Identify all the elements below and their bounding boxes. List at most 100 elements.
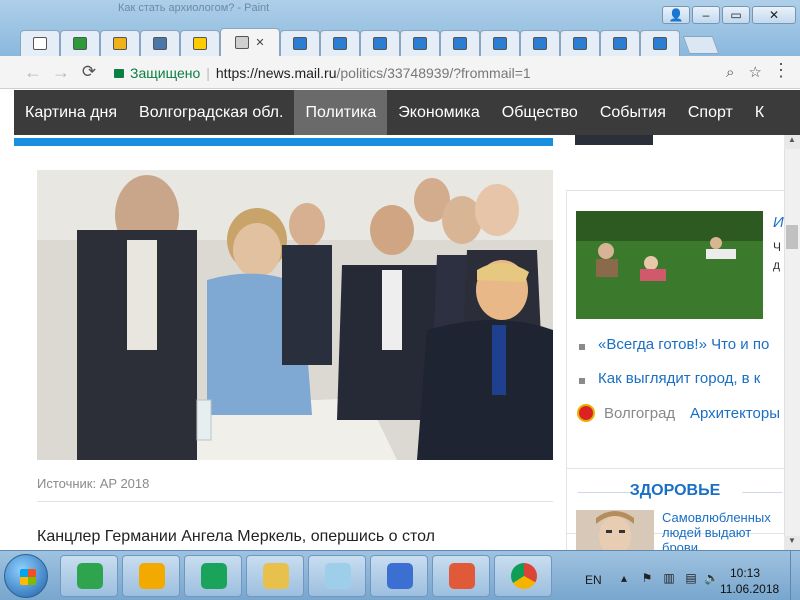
new-tab-button[interactable]	[682, 36, 720, 54]
network-icon[interactable]: ▥	[662, 571, 676, 585]
back-button[interactable]: ←	[22, 61, 44, 83]
taskbar-app-button[interactable]	[122, 555, 180, 597]
nav-item[interactable]: Экономика	[387, 90, 491, 135]
browser-tab[interactable]	[20, 30, 60, 56]
browser-tab[interactable]	[280, 30, 320, 56]
window-icon	[333, 37, 347, 50]
section-accent-bar	[14, 138, 553, 146]
browser-tab[interactable]	[360, 30, 400, 56]
taskbar-app-button[interactable]	[370, 555, 428, 597]
window-controls: 👤 – ▭ ✕	[662, 6, 796, 24]
close-tab-icon[interactable]: ✕	[255, 36, 264, 49]
window-icon	[453, 37, 467, 50]
window-icon	[413, 37, 427, 50]
omnibox-icons: ⌕ ☆	[716, 61, 762, 85]
region-link[interactable]: Архитекторы	[690, 405, 780, 422]
notepad-icon	[325, 563, 351, 589]
show-desktop-button[interactable]	[790, 551, 800, 600]
paint-icon	[449, 563, 475, 589]
region-emblem-icon	[577, 404, 595, 422]
start-button[interactable]	[4, 554, 48, 598]
forward-button[interactable]: →	[50, 61, 72, 83]
taskbar-app-button[interactable]	[432, 555, 490, 597]
taskbar-app-button[interactable]	[308, 555, 366, 597]
health-article-link[interactable]: Самовлюбленных людей выдают брови	[662, 510, 787, 550]
sidebar-link-2[interactable]: Как выглядит город, в к	[598, 370, 760, 387]
browser-tab[interactable]	[140, 30, 180, 56]
scroll-up-arrow-icon[interactable]: ▲	[784, 135, 800, 149]
nav-item[interactable]: Волгоградская обл.	[128, 90, 294, 135]
nav-item[interactable]: Политика	[294, 90, 388, 135]
image-icon	[113, 37, 127, 50]
wave-icon	[573, 37, 587, 50]
chrome-icon	[511, 563, 537, 589]
browser-tab[interactable]: ✕	[220, 28, 280, 56]
browser-tab[interactable]	[520, 30, 560, 56]
browser-tab[interactable]	[600, 30, 640, 56]
browser-toolbar: ← → ⟳ Защищено | https://news.mail.ru/poli…	[0, 56, 800, 89]
browser-tab[interactable]	[440, 30, 480, 56]
language-indicator[interactable]: EN	[585, 573, 602, 587]
taskbar-app-button[interactable]	[494, 555, 552, 597]
taskbar-app-button[interactable]	[184, 555, 242, 597]
scrollbar-thumb[interactable]	[786, 225, 798, 249]
mail-agent-icon	[201, 563, 227, 589]
browser-tab[interactable]	[640, 30, 680, 56]
secure-label: Защищено	[130, 65, 201, 81]
sidebar-news-title[interactable]: И	[773, 214, 784, 231]
nav-item[interactable]: К	[744, 90, 775, 135]
nav-item[interactable]: Спорт	[677, 90, 744, 135]
maximize-button[interactable]: ▭	[722, 6, 750, 24]
close-window-button[interactable]: ✕	[752, 6, 796, 24]
browser-tab[interactable]	[100, 30, 140, 56]
scroll-down-arrow-icon[interactable]: ▼	[784, 536, 800, 550]
address-bar[interactable]: Защищено | https://news.mail.ru/politics/3…	[104, 61, 768, 85]
windows-logo-icon	[20, 569, 36, 585]
mail-at-icon	[193, 37, 207, 50]
browser-tab[interactable]	[180, 30, 220, 56]
portrait-illustration	[576, 510, 654, 550]
minimize-button[interactable]: –	[692, 6, 720, 24]
page-scrollbar[interactable]	[784, 135, 800, 550]
nav-item[interactable]: События	[589, 90, 677, 135]
url-text: https://news.mail.ru/politics/33748939/?…	[216, 65, 531, 81]
bookmark-star-icon[interactable]: ☆	[749, 64, 762, 81]
window-icon	[533, 37, 547, 50]
window-title: Как стать архиологом? - Paint	[118, 2, 270, 14]
sidebar-news-thumbnail[interactable]	[576, 211, 763, 319]
browser-tab[interactable]	[400, 30, 440, 56]
browser-tab[interactable]	[320, 30, 360, 56]
health-thumbnail[interactable]	[576, 510, 654, 550]
window-icon	[293, 37, 307, 50]
volume-icon[interactable]: ▤	[684, 571, 698, 585]
volume-speaker-icon[interactable]: 🔈	[704, 571, 719, 585]
sidebar-news-snippet-1: Ч	[773, 240, 781, 254]
g7-photo-illustration	[37, 170, 553, 460]
clock-date[interactable]: 11.06.2018	[720, 582, 779, 596]
nav-item[interactable]: Картина дня	[14, 90, 128, 135]
browser-tab[interactable]	[560, 30, 600, 56]
article-first-line: Канцлер Германии Ангела Меркель, опершис…	[37, 528, 435, 545]
zoom-icon[interactable]: ⌕	[726, 64, 734, 81]
alisa-icon	[77, 563, 103, 589]
window-icon	[493, 37, 507, 50]
taskbar-app-button[interactable]	[60, 555, 118, 597]
wave-icon	[613, 37, 627, 50]
omnibox-separator: |	[206, 65, 210, 81]
music-icon	[139, 563, 165, 589]
taskbar-app-button[interactable]	[246, 555, 304, 597]
article-photo[interactable]	[37, 170, 553, 460]
action-center-flag-icon[interactable]: ⚑	[640, 571, 654, 585]
tray-expand-icon[interactable]: ▴	[617, 571, 631, 585]
browser-tab[interactable]	[480, 30, 520, 56]
clock-time[interactable]: 10:13	[730, 566, 760, 580]
browser-tab[interactable]	[60, 30, 100, 56]
sidebar-link-1[interactable]: «Всегда готов!» Что и по	[598, 336, 769, 353]
profile-button[interactable]: 👤	[662, 6, 690, 24]
url-host: https://news.mail.ru	[215, 65, 337, 81]
page-left-gutter	[0, 90, 14, 550]
reload-button[interactable]: ⟳	[78, 61, 100, 83]
browser-menu-icon[interactable]: ⋮	[772, 60, 790, 81]
health-section-heading[interactable]: ЗДОРОВЬЕ	[566, 482, 784, 500]
nav-item[interactable]: Общество	[491, 90, 589, 135]
